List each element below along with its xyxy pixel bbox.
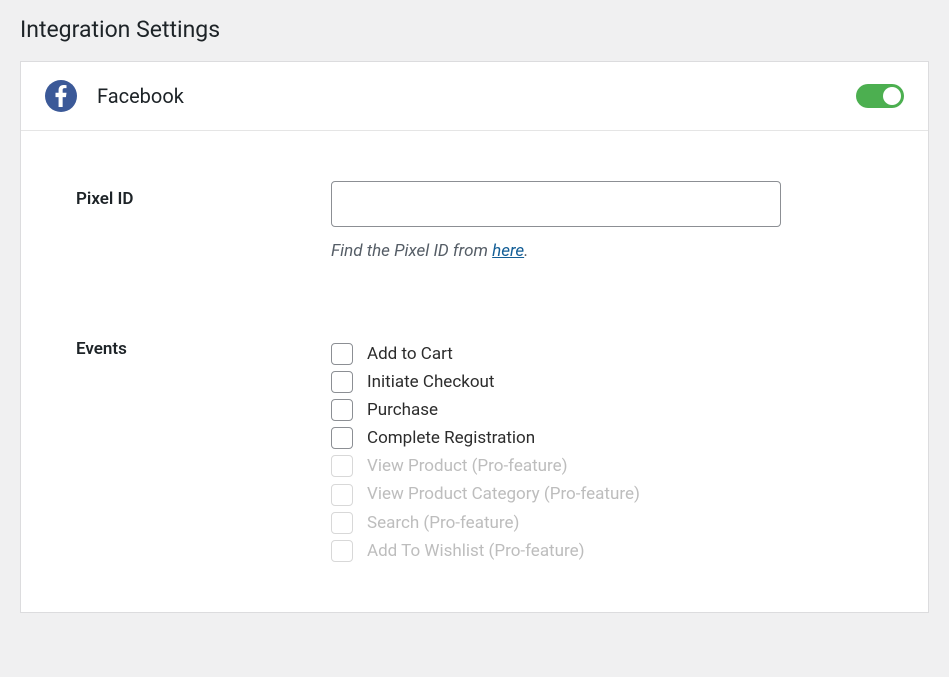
event-item: Complete Registration bbox=[331, 427, 888, 449]
event-checkbox bbox=[331, 512, 353, 534]
helper-prefix: Find the Pixel ID from bbox=[331, 241, 492, 261]
event-item: View Product Category (Pro-feature) bbox=[331, 483, 888, 505]
enable-toggle[interactable] bbox=[856, 84, 904, 108]
event-item: Initiate Checkout bbox=[331, 371, 888, 393]
event-label: Search (Pro-feature) bbox=[367, 512, 519, 534]
event-label: Complete Registration bbox=[367, 427, 535, 449]
events-label: Events bbox=[76, 331, 331, 359]
event-item: Purchase bbox=[331, 399, 888, 421]
event-label: Initiate Checkout bbox=[367, 371, 494, 393]
event-item: Add to Cart bbox=[331, 343, 888, 365]
panel-body: Pixel ID Find the Pixel ID from here. Ev… bbox=[21, 131, 928, 612]
event-checkbox[interactable] bbox=[331, 399, 353, 421]
event-checkbox bbox=[331, 484, 353, 506]
event-item: Add To Wishlist (Pro-feature) bbox=[331, 540, 888, 562]
facebook-icon bbox=[45, 80, 77, 112]
events-control: Add to Cart Initiate Checkout Purchase Comp… bbox=[331, 331, 888, 562]
event-label: Purchase bbox=[367, 399, 438, 421]
integration-panel: Facebook Pixel ID Find the Pixel ID from… bbox=[20, 61, 929, 613]
event-item: Search (Pro-feature) bbox=[331, 512, 888, 534]
event-checkbox[interactable] bbox=[331, 371, 353, 393]
events-row: Events Add to Cart Initiate Checkout Purch… bbox=[76, 331, 888, 562]
event-label: Add to Cart bbox=[367, 343, 453, 365]
pixel-id-row: Pixel ID Find the Pixel ID from here. bbox=[76, 181, 888, 261]
events-list: Add to Cart Initiate Checkout Purchase Comp… bbox=[331, 331, 888, 562]
event-label: View Product Category (Pro-feature) bbox=[367, 483, 640, 505]
pixel-id-input[interactable] bbox=[331, 181, 781, 227]
pixel-id-helper: Find the Pixel ID from here. bbox=[331, 241, 888, 261]
event-checkbox bbox=[331, 540, 353, 562]
event-checkbox[interactable] bbox=[331, 427, 353, 449]
pixel-id-label: Pixel ID bbox=[76, 181, 331, 209]
event-checkbox[interactable] bbox=[331, 343, 353, 365]
helper-suffix: . bbox=[524, 241, 528, 261]
pixel-id-help-link[interactable]: here bbox=[492, 241, 524, 261]
event-label: View Product (Pro-feature) bbox=[367, 455, 568, 477]
event-label: Add To Wishlist (Pro-feature) bbox=[367, 540, 585, 562]
page-title: Integration Settings bbox=[0, 0, 949, 61]
toggle-knob bbox=[883, 87, 901, 105]
event-checkbox bbox=[331, 455, 353, 477]
panel-header: Facebook bbox=[21, 62, 928, 131]
panel-title: Facebook bbox=[97, 84, 856, 108]
pixel-id-control: Find the Pixel ID from here. bbox=[331, 181, 888, 261]
event-item: View Product (Pro-feature) bbox=[331, 455, 888, 477]
